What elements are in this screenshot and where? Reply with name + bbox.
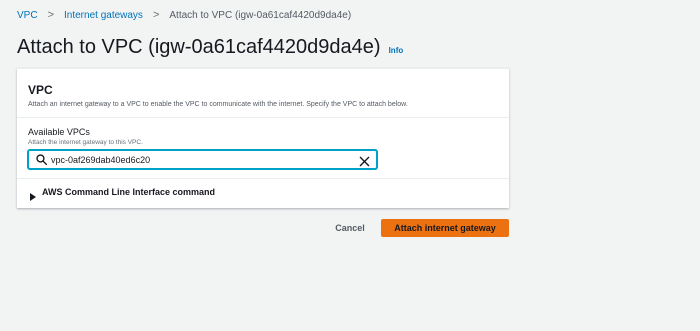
breadcrumb-internet-gateways[interactable]: Internet gateways [64,10,143,21]
breadcrumb-vpc[interactable]: VPC [17,10,38,21]
breadcrumb-separator-icon: > [47,9,54,21]
page-title: Attach to VPC (igw-0a61caf4420d9da4e) [17,36,381,58]
info-link[interactable]: Info [389,46,404,55]
search-icon [36,154,47,165]
panel-header: VPC Attach an internet gateway to a VPC … [17,69,509,118]
vpc-search-box[interactable] [28,150,377,169]
page-header: Attach to VPC (igw-0a61caf4420d9da4e) In… [17,36,403,59]
clear-icon[interactable] [359,154,370,167]
vpc-search-input[interactable] [51,154,351,165]
cancel-button[interactable]: Cancel [326,219,374,237]
attach-internet-gateway-button[interactable]: Attach internet gateway [381,219,509,237]
cli-expander[interactable]: AWS Command Line Interface command [29,187,216,201]
breadcrumb: VPC > Internet gateways > Attach to VPC … [17,9,351,21]
breadcrumb-separator-icon: > [152,9,160,21]
panel-divider [17,178,509,179]
breadcrumb-current: Attach to VPC (igw-0a61caf4420d9da4e) [169,9,352,21]
caret-right-icon [29,188,37,201]
cli-label: AWS Command Line Interface command [42,187,216,197]
panel-title: VPC [28,83,53,97]
vpc-panel: VPC Attach an internet gateway to a VPC … [17,68,509,208]
panel-description: Attach an internet gateway to a VPC to e… [28,101,408,108]
available-vpcs-description: Attach the internet gateway to this VPC. [28,139,143,146]
available-vpcs-label: Available VPCs [28,127,90,137]
